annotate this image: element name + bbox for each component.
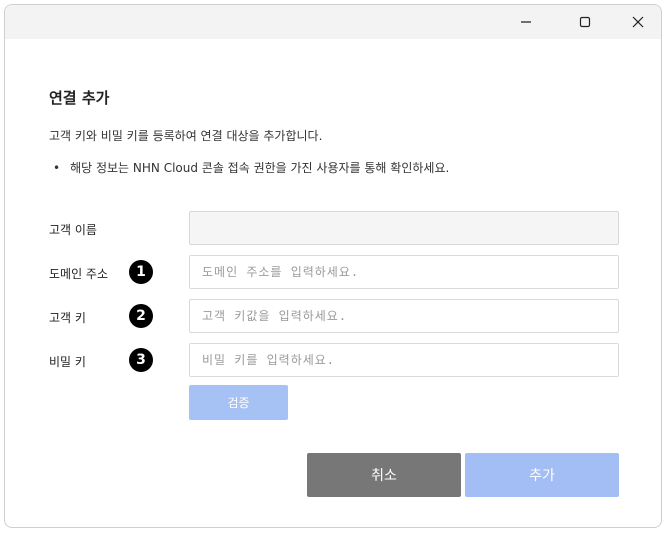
add-button[interactable]: 추가	[465, 453, 619, 497]
dialog-title: 연결 추가	[49, 89, 110, 107]
minimize-icon	[521, 21, 531, 23]
secret-key-field[interactable]	[189, 343, 619, 377]
step-badge-3: 3	[129, 348, 153, 372]
customer-key-label: 고객 키	[49, 311, 86, 325]
customer-key-field[interactable]	[189, 299, 619, 333]
minimize-button[interactable]	[503, 5, 549, 39]
dialog-description: 고객 키와 비밀 키를 등록하여 연결 대상을 추가합니다.	[49, 129, 323, 143]
maximize-button[interactable]	[562, 5, 608, 39]
close-button[interactable]	[615, 5, 661, 39]
dialog-window: 연결 추가 고객 키와 비밀 키를 등록하여 연결 대상을 추가합니다. • 해당…	[4, 4, 662, 528]
step-badge-1: 1	[129, 260, 153, 284]
secret-key-label: 비밀 키	[49, 355, 86, 369]
bullet-text: 해당 정보는 NHN Cloud 콘솔 접속 권한을 가진 사용자를 통해 확인…	[70, 161, 450, 175]
maximize-icon	[579, 16, 591, 28]
domain-field[interactable]	[189, 255, 619, 289]
info-bullet: • 해당 정보는 NHN Cloud 콘솔 접속 권한을 가진 사용자를 통해 확…	[53, 159, 449, 176]
step-badge-2: 2	[129, 304, 153, 328]
domain-label: 도메인 주소	[49, 267, 109, 281]
title-bar	[5, 5, 661, 39]
customer-name-label: 고객 이름	[49, 223, 97, 237]
cancel-button[interactable]: 취소	[307, 453, 461, 497]
customer-name-field[interactable]	[189, 211, 619, 245]
verify-button[interactable]: 검증	[189, 385, 288, 420]
close-icon	[632, 16, 644, 28]
bullet-marker: •	[53, 161, 61, 175]
